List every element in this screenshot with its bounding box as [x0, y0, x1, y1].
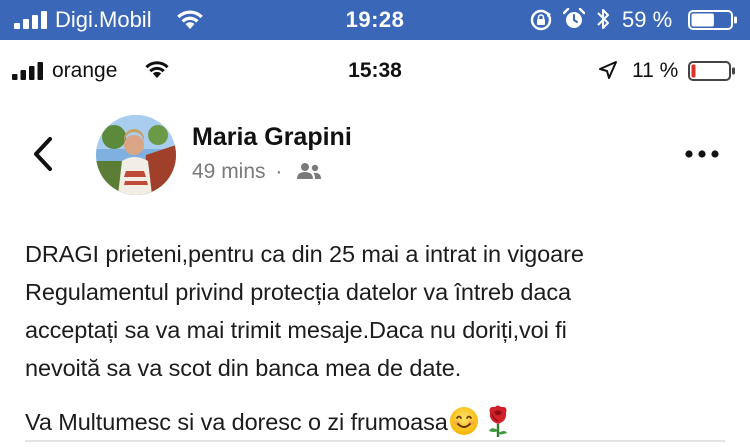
more-options-button[interactable] — [684, 146, 720, 162]
alarm-icon — [563, 8, 585, 28]
post-timestamp[interactable]: 49 mins — [192, 160, 266, 183]
post-body: DRAGI prieteni,pentru ca din 25 mai a in… — [25, 235, 740, 441]
post-line: DRAGI prieteni,pentru ca din 25 mai a in… — [25, 241, 584, 267]
location-arrow-icon — [599, 61, 617, 79]
post-line: Regulamentul privind protecția datelor v… — [25, 279, 571, 305]
post-closing-text: Va Multumesc si va doresc o zi frumoasa — [25, 409, 448, 435]
profile-photo — [96, 115, 176, 195]
post-author-name[interactable]: Maria Grapini — [192, 121, 352, 153]
friends-icon — [297, 163, 322, 179]
meta-separator: · — [275, 160, 283, 183]
post-meta: 49 mins · — [192, 158, 322, 186]
battery-low-icon — [688, 61, 735, 81]
avatar[interactable] — [96, 115, 176, 195]
rose-emoji — [488, 405, 507, 437]
post-line: nevoită sa va scot din banca mea de date… — [25, 355, 462, 381]
smiling-face-emoji — [449, 407, 478, 435]
back-button[interactable] — [30, 136, 58, 172]
post-paragraph: DRAGI prieteni,pentru ca din 25 mai a in… — [25, 235, 740, 387]
battery-percent: 59 % — [622, 7, 673, 32]
battery-percent: 11 % — [632, 59, 679, 82]
post-line: acceptați sa va mai trimit mesaje.Daca n… — [25, 317, 567, 343]
outer-status-bar: Digi.Mobil 19:28 59 % — [0, 0, 750, 40]
divider — [25, 440, 725, 442]
post-closing: Va Multumesc si va doresc o zi frumoasa — [25, 403, 740, 441]
inner-status-bar: orange 15:38 11 % — [0, 52, 750, 92]
rotation-lock-icon — [530, 9, 552, 31]
battery-icon — [688, 10, 737, 30]
bluetooth-icon — [597, 9, 609, 29]
